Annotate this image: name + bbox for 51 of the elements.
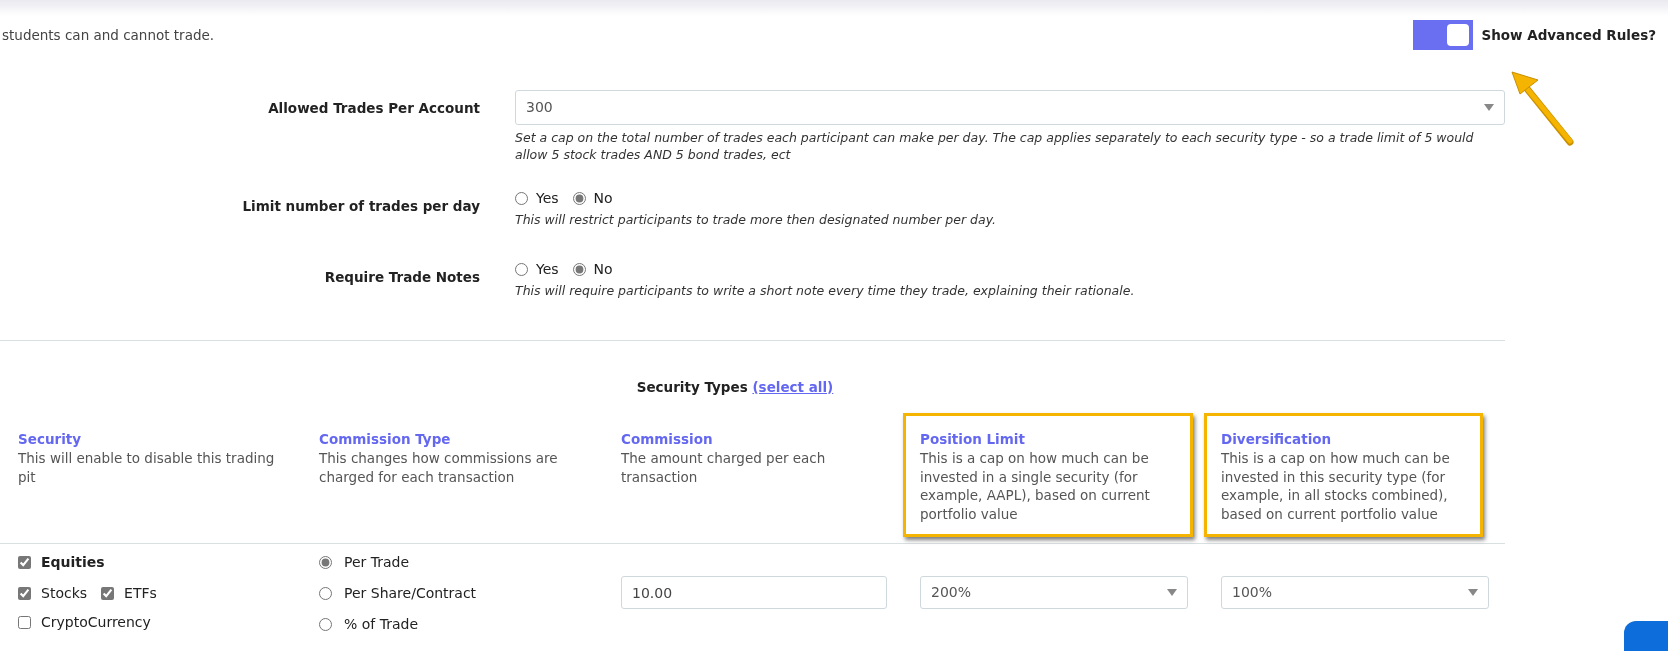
caret-icon: [1167, 589, 1177, 597]
checkbox-label[interactable]: Stocks: [41, 583, 88, 605]
radio-button[interactable]: [515, 191, 528, 205]
section-title: Security Types: [636, 378, 749, 395]
radio-button[interactable]: [319, 587, 332, 601]
radio-button[interactable]: [515, 262, 528, 276]
column-title: Commission: [621, 429, 714, 449]
option-label[interactable]: No: [593, 258, 613, 280]
help-text: Set a cap on the total number of trades each participant can make per day. The cap applies separately to each security type - so a trade limit of 5 would allow 5 stock trades AND 5 bond trades, ect: [515, 130, 1475, 164]
column-title: Security: [18, 429, 83, 449]
column-description: The amount charged per each transaction: [621, 449, 826, 485]
commission-field[interactable]: 10.00: [621, 576, 887, 610]
setting-label: Require Trade Notes: [323, 267, 480, 287]
column-title: Position Limit: [920, 429, 1026, 449]
option-label[interactable]: % of Trade: [344, 614, 419, 636]
help-text: This will restrict participants to trade more then designated number per day.: [515, 211, 998, 229]
checkbox[interactable]: [18, 616, 31, 630]
checkbox[interactable]: [101, 587, 115, 601]
column-description: This will enable to disable this trading pit: [18, 449, 275, 485]
trades-select[interactable]: 300: [515, 90, 1505, 125]
checkbox[interactable]: [18, 587, 31, 601]
radio-button[interactable]: [319, 618, 332, 632]
checkbox-label[interactable]: Equities: [41, 552, 105, 574]
toggle-label: Show Advanced Rules?: [1481, 25, 1656, 45]
column-description: This is a cap on how much can be invested in this security type (for example, in all stocks combined), based on current portfolio value: [1221, 449, 1450, 523]
caret-icon: [1468, 589, 1478, 597]
radio-button[interactable]: [572, 262, 586, 276]
column-description: This changes how commissions are charged for each transaction: [319, 449, 558, 485]
select-all-link[interactable]: (select all): [752, 378, 834, 395]
option-label[interactable]: Per Share/Contract: [344, 583, 477, 605]
option-label[interactable]: Yes: [536, 187, 559, 209]
help-text: This will require participants to write a short note every time they trade, explaining their rationale.: [515, 282, 1136, 300]
intro-text: students can and cannot trade.: [2, 25, 215, 45]
column-title: Diversification: [1221, 429, 1333, 449]
checkbox[interactable]: [18, 556, 31, 570]
caret-icon: [1484, 104, 1494, 111]
checkbox-label[interactable]: CryptoCurrency: [41, 612, 151, 634]
column-description: This is a cap on how much can be invested in a single security (for example, AAPL), based on current portfolio value: [920, 449, 1150, 523]
option-label[interactable]: No: [593, 187, 613, 209]
radio-button[interactable]: [319, 556, 332, 570]
checkbox-label[interactable]: ETFs: [124, 583, 157, 605]
advanced-rules-toggle[interactable]: [1413, 20, 1474, 50]
column-title: Commission Type: [319, 429, 452, 449]
setting-label: Limit number of trades per day: [241, 196, 480, 216]
diversification-select[interactable]: 100%: [1221, 576, 1489, 610]
position-limit-select[interactable]: 200%: [920, 576, 1188, 610]
radio-button[interactable]: [572, 191, 586, 205]
setting-label: Allowed Trades Per Account: [267, 99, 480, 118]
chat-button[interactable]: [1624, 621, 1668, 651]
option-label[interactable]: Per Trade: [344, 552, 410, 574]
option-label[interactable]: Yes: [536, 258, 559, 280]
